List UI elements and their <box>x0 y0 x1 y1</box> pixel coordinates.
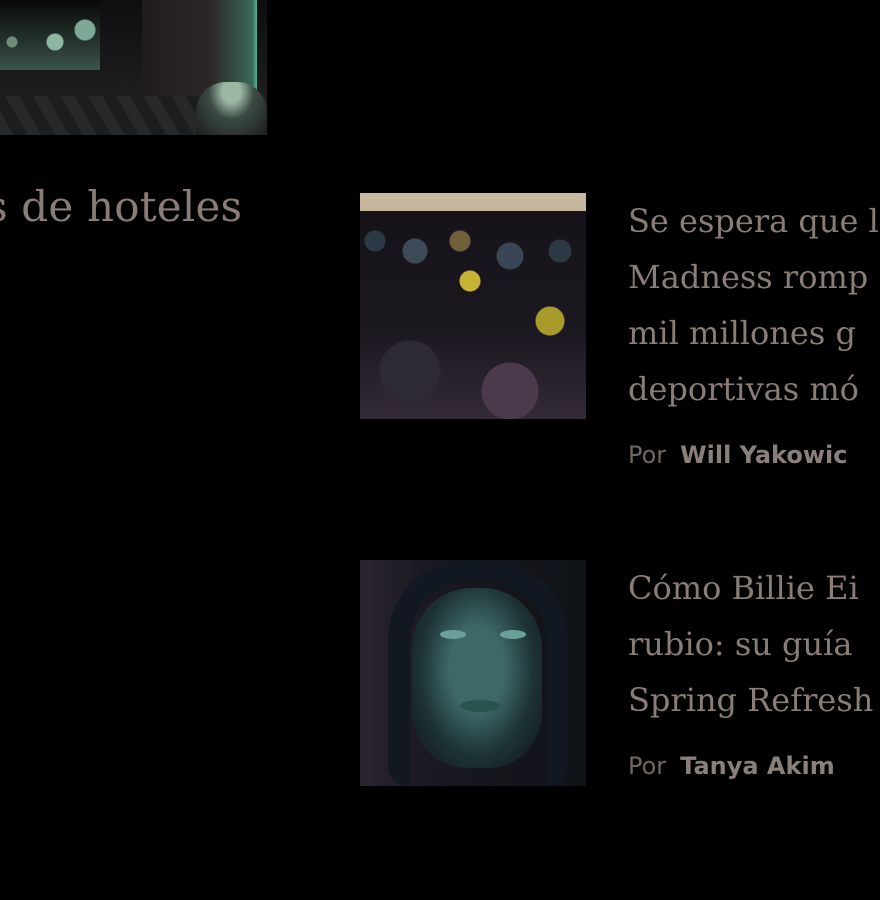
title-line: deportivas mó <box>628 370 859 408</box>
byline: Por Will Yakowic <box>628 441 847 469</box>
article-title[interactable]: Cómo Billie Ei rubio: su guía Spring Ref… <box>628 560 873 728</box>
portrait-eye <box>500 630 526 639</box>
title-line: Se espera que l <box>628 202 879 240</box>
author-link[interactable]: Tanya Akim <box>680 752 835 780</box>
title-line: rubio: su guía <box>628 625 853 663</box>
image-lamps <box>0 0 100 70</box>
portrait-eye <box>440 630 466 639</box>
crowd-image <box>360 211 586 419</box>
image-bathtub <box>196 82 267 135</box>
article-thumbnail[interactable] <box>360 560 586 786</box>
image-floor <box>0 96 196 135</box>
portrait-lips <box>460 700 500 712</box>
page: s de hoteles Se espera que l Madness rom… <box>0 0 880 900</box>
title-line: Cómo Billie Ei <box>628 569 859 607</box>
article-thumbnail[interactable] <box>360 193 586 419</box>
byline: Por Tanya Akim <box>628 752 835 780</box>
title-line: mil millones g <box>628 314 856 352</box>
article-title[interactable]: Se espera que l Madness romp mil millone… <box>628 193 879 417</box>
hotel-bathroom-image[interactable] <box>0 0 267 135</box>
byline-label: Por <box>628 441 667 469</box>
left-article-title[interactable]: s de hoteles <box>0 182 242 231</box>
title-line: Madness romp <box>628 258 869 296</box>
title-line: Spring Refresh <box>628 681 874 719</box>
byline-label: Por <box>628 752 667 780</box>
portrait-face <box>412 588 542 768</box>
author-link[interactable]: Will Yakowic <box>680 441 847 469</box>
